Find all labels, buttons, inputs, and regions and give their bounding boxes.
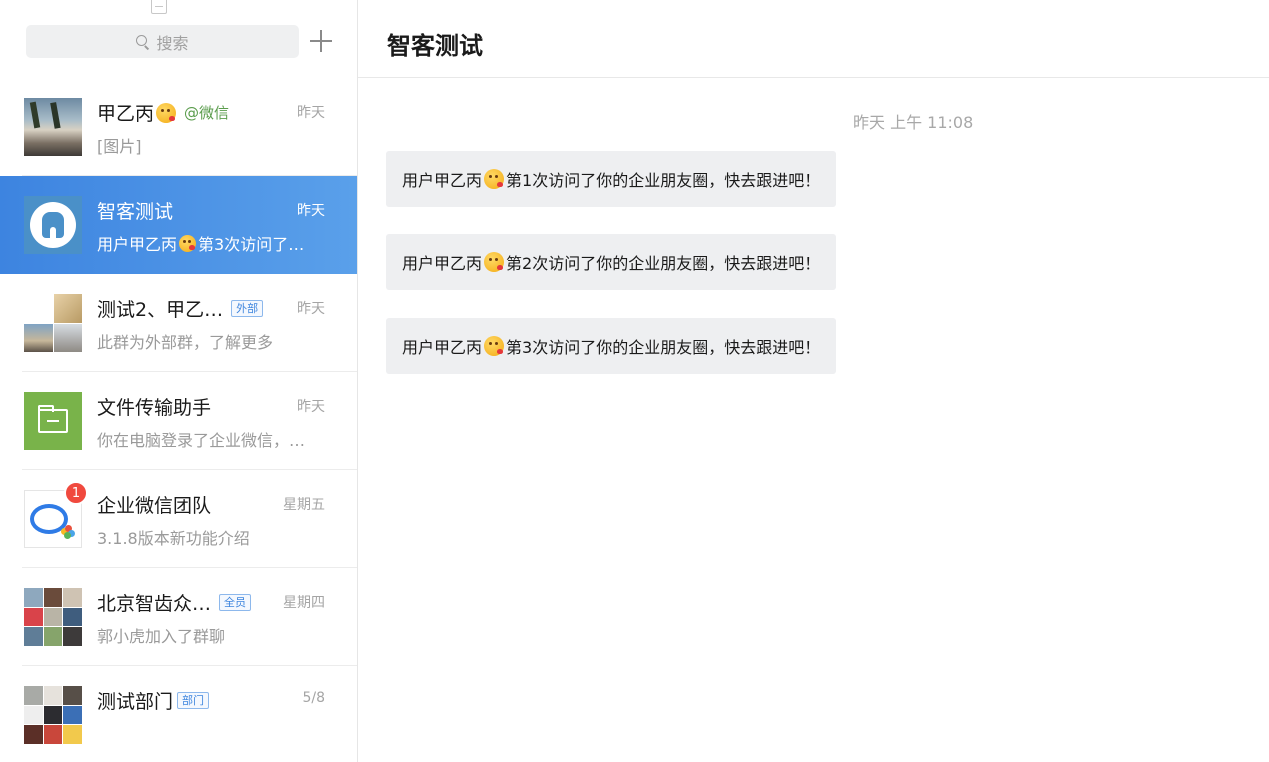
chat-header: 智客测试	[358, 0, 1269, 78]
app-window: 搜索 甲乙丙 @微信 [图片] 昨天 智客测试 用户甲乙丙 第3次访问了… 昨天…	[0, 0, 1269, 762]
message-bubble[interactable]: 用户甲乙丙 第3次访问了你的企业朋友圈，快去跟进吧！	[386, 318, 837, 374]
kiss-emoji-icon	[179, 234, 197, 252]
conversation-name: 智客测试	[97, 201, 174, 223]
external-tag: 外部	[231, 300, 264, 317]
conversation-name-text: 测试2、甲乙…	[97, 299, 224, 321]
add-button[interactable]	[307, 27, 335, 55]
conversation-name-text: 甲乙丙	[97, 103, 155, 125]
message-timestamp: 昨天 上午 11:08	[853, 113, 974, 132]
conversation-time: 5/8	[302, 690, 325, 706]
conversation-name: 测试部门 部门	[97, 687, 210, 714]
conversation-preview: [图片]	[97, 137, 142, 156]
preview-suffix: 第3次访问了…	[198, 235, 305, 254]
kiss-emoji-icon	[484, 252, 505, 272]
search-icon	[136, 34, 149, 48]
kiss-emoji-icon	[156, 102, 177, 123]
conversation-time: 星期五	[283, 497, 325, 513]
search-input[interactable]: 搜索	[26, 25, 299, 58]
conversation-time: 昨天	[297, 105, 325, 121]
conversation-item[interactable]: 测试部门 部门 5/8	[0, 666, 357, 762]
conversation-time: 昨天	[297, 203, 325, 219]
conversation-name: 北京智齿众… 全员	[97, 589, 252, 616]
conversation-name: 甲乙丙 @微信	[97, 99, 229, 126]
search-placeholder: 搜索	[156, 33, 189, 53]
conversation-item[interactable]: 文件传输助手 你在电脑登录了企业微信，… 昨天	[0, 372, 357, 470]
unread-badge: 1	[64, 481, 88, 505]
chat-pane: 智客测试 昨天 上午 11:08 用户甲乙丙 第1次访问了你的企业朋友圈，快去跟…	[358, 0, 1269, 762]
department-tag: 部门	[177, 692, 210, 709]
conversation-preview: 郭小虎加入了群聊	[97, 627, 226, 646]
conversation-list: 甲乙丙 @微信 [图片] 昨天 智客测试 用户甲乙丙 第3次访问了… 昨天 测试…	[0, 78, 357, 762]
conversation-item[interactable]: 甲乙丙 @微信 [图片] 昨天	[0, 78, 357, 176]
message-prefix: 用户甲乙丙	[402, 171, 483, 190]
avatar	[24, 392, 82, 450]
conversation-item-selected[interactable]: 智客测试 用户甲乙丙 第3次访问了… 昨天	[0, 176, 357, 274]
kiss-emoji-icon	[484, 336, 505, 356]
wecom-logo-icon	[61, 525, 75, 539]
message-bubble[interactable]: 用户甲乙丙 第2次访问了你的企业朋友圈，快去跟进吧！	[386, 234, 837, 290]
conversation-item[interactable]: 企业微信团队 3.1.8版本新功能介绍 星期五	[0, 470, 357, 568]
conversation-name-text: 北京智齿众…	[97, 593, 212, 615]
tooth-logo-icon	[30, 202, 76, 248]
all-members-tag: 全员	[219, 594, 252, 611]
conversation-item[interactable]: 北京智齿众… 全员 郭小虎加入了群聊 星期四	[0, 568, 357, 666]
message-bubble[interactable]: 用户甲乙丙 第1次访问了你的企业朋友圈，快去跟进吧！	[386, 151, 837, 207]
avatar	[24, 98, 82, 156]
conversation-name: 企业微信团队	[97, 495, 212, 517]
conversation-preview: 用户甲乙丙 第3次访问了…	[97, 231, 304, 255]
chat-title: 智客测试	[387, 32, 483, 60]
sidebar: 搜索 甲乙丙 @微信 [图片] 昨天 智客测试 用户甲乙丙 第3次访问了… 昨天…	[0, 0, 358, 762]
folder-icon	[38, 405, 68, 433]
conversation-item[interactable]: 测试2、甲乙… 外部 此群为外部群，了解更多 昨天	[0, 274, 357, 372]
conversation-name-text: 测试部门	[97, 691, 174, 713]
conversation-time: 星期四	[283, 595, 325, 611]
message-suffix: 第1次访问了你的企业朋友圈，快去跟进吧！	[506, 171, 821, 190]
message-prefix: 用户甲乙丙	[402, 254, 483, 273]
message-prefix: 用户甲乙丙	[402, 338, 483, 357]
conversation-preview: 你在电脑登录了企业微信，…	[97, 431, 306, 450]
mention-label: @微信	[184, 104, 230, 122]
group-avatar	[24, 294, 82, 352]
conversation-name: 文件传输助手	[97, 397, 212, 419]
group-avatar	[24, 588, 82, 646]
message-suffix: 第2次访问了你的企业朋友圈，快去跟进吧！	[506, 254, 821, 273]
conversation-name: 测试2、甲乙… 外部	[97, 295, 264, 322]
conversation-preview: 3.1.8版本新功能介绍	[97, 529, 250, 548]
avatar	[24, 196, 82, 254]
preview-prefix: 用户甲乙丙	[97, 235, 178, 254]
window-handle-icon[interactable]	[151, 0, 167, 14]
kiss-emoji-icon	[484, 169, 505, 189]
message-suffix: 第3次访问了你的企业朋友圈，快去跟进吧！	[506, 338, 821, 357]
conversation-time: 昨天	[297, 399, 325, 415]
conversation-time: 昨天	[297, 301, 325, 317]
group-avatar	[24, 686, 82, 744]
conversation-preview: 此群为外部群，了解更多	[97, 333, 274, 352]
